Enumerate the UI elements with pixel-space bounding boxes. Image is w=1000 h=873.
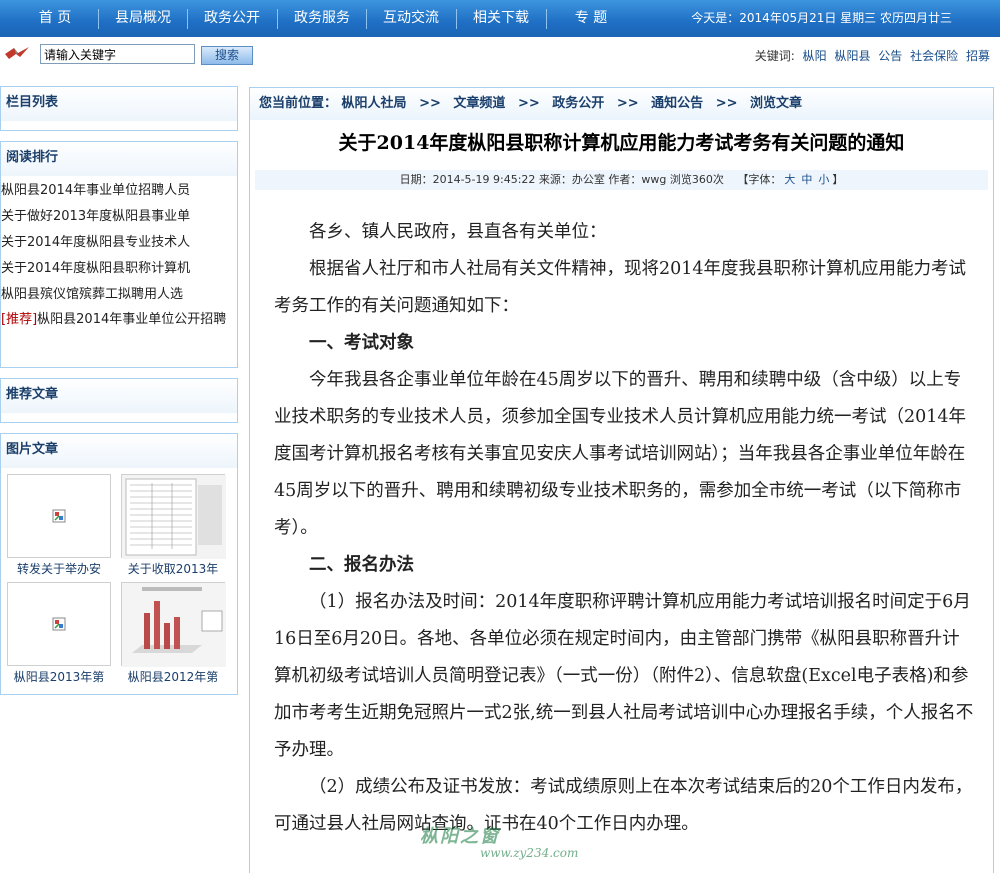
broken-image-icon — [52, 617, 66, 631]
breadcrumb-separator: >> — [517, 96, 540, 111]
site-watermark-url: www.zy234.com — [480, 846, 579, 860]
article-greeting: 各乡、镇人民政府，县直各有关单位： — [309, 222, 607, 242]
rank-item[interactable]: 关于2014年度枞阳县职称计算机 — [1, 256, 237, 282]
breadcrumb-separator: >> — [616, 96, 639, 111]
column-list-title: 栏目列表 — [1, 87, 237, 121]
page: 首 页 县局概况 政务公开 政务服务 互动交流 相关下载 专 题 今天是：201… — [0, 0, 1000, 873]
site-watermark: 枞阳之窗 — [420, 826, 500, 847]
breadcrumb-gov-affairs[interactable]: 政务公开 — [552, 96, 604, 111]
search-input[interactable] — [40, 44, 195, 64]
picture-thumb[interactable] — [121, 582, 226, 667]
reading-rank-box: 阅读排行 枞阳县2014年事业单位招聘人员 关于做好2013年度枞阳县事业单 关… — [0, 141, 238, 368]
article-title: 关于2014年度枞阳县职称计算机应用能力考试考务有关问题的通知 — [338, 132, 905, 154]
recommend-box: 推荐文章 — [0, 378, 238, 423]
keywords-bar: 关键词: 枞阳 枞阳县 公告 社会保险 招募 — [755, 37, 990, 73]
broken-image-icon — [52, 509, 66, 523]
picture-articles-box: 图片文章 转发关于举办安 关于收取2013年 枞阳县2013年第 枞阳县2012… — [0, 433, 238, 695]
bird-logo-icon — [5, 47, 29, 59]
breadcrumb-notices[interactable]: 通知公告 — [651, 96, 703, 111]
document-thumbnail-icon — [122, 475, 226, 559]
article-paragraph: 根据省人社厅和市人社局有关文件精神，现将2014年度我县职称计算机应用能力考试考… — [274, 259, 967, 316]
rank-item[interactable]: 关于做好2013年度枞阳县事业单 — [1, 204, 237, 230]
breadcrumb-separator: >> — [715, 96, 738, 111]
article-paragraph: （1）报名办法及时间：2014年度职称评聘计算机应用能力考试培训报名时间定于6月… — [274, 592, 974, 760]
nav-gov-affairs[interactable]: 政务公开 — [193, 0, 271, 37]
picture-thumb[interactable] — [121, 474, 226, 559]
article-meta-text: 日期：2014-5-19 9:45:22 来源：办公室 作者：wwg 浏览360… — [399, 173, 724, 186]
article-heading: 一、考试对象 — [309, 333, 414, 353]
keyword-link[interactable]: 招募 — [966, 49, 990, 63]
breadcrumb-home[interactable]: 枞阳人社局 — [342, 96, 407, 111]
recommend-title: 推荐文章 — [1, 379, 237, 413]
bar-chart-thumbnail-icon — [122, 583, 226, 667]
keyword-link[interactable]: 枞阳县 — [834, 49, 870, 63]
picture-grid: 转发关于举办安 关于收取2013年 枞阳县2013年第 枞阳县2012年第 — [1, 468, 237, 694]
nav-downloads[interactable]: 相关下载 — [462, 0, 540, 37]
breadcrumb-separator: >> — [419, 96, 441, 111]
font-size-end: 】 — [832, 173, 844, 186]
font-size-small[interactable]: 小 — [818, 173, 829, 186]
breadcrumb-current: 浏览文章 — [750, 96, 803, 111]
reading-rank-title: 阅读排行 — [1, 142, 237, 176]
breadcrumb-channel[interactable]: 文章频道 — [453, 96, 505, 111]
breadcrumb: 您当前位置： 枞阳人社局 >> 文章频道 >> 政务公开 >> 通知公告 >> … — [250, 88, 993, 120]
article-panel: 您当前位置： 枞阳人社局 >> 文章频道 >> 政务公开 >> 通知公告 >> … — [249, 87, 994, 873]
recommend-tag: [推荐] — [1, 312, 38, 327]
picture-caption[interactable]: 枞阳县2013年第 — [4, 668, 114, 685]
rank-item[interactable]: 枞阳县殡仪馆殡葬工拟聘用人选 — [1, 282, 237, 308]
picture-thumb[interactable] — [7, 582, 111, 666]
column-list-box: 栏目列表 — [0, 86, 238, 131]
rank-item[interactable]: 枞阳县2014年事业单位招聘人员 — [1, 178, 237, 204]
article-paragraph: （2）成绩公布及证书发放：考试成绩原则上在本次考试结束后的20个工作日内发布，可… — [274, 777, 973, 834]
article-body: 各乡、镇人民政府，县直各有关单位： 根据省人社厅和市人社局有关文件精神，现将20… — [274, 214, 974, 843]
rank-item[interactable]: 关于2014年度枞阳县专业技术人 — [1, 230, 237, 256]
search-button[interactable]: 搜索 — [201, 46, 253, 65]
article-heading: 二、报名办法 — [309, 555, 414, 575]
rank-item-label: 枞阳县2014年事业单位公开招聘 — [37, 312, 227, 327]
today-date: 今天是：2014年05月21日 星期三 农历四月廿三 — [691, 11, 952, 25]
picture-articles-title: 图片文章 — [1, 434, 237, 468]
keyword-link[interactable]: 枞阳 — [803, 49, 827, 63]
font-size-medium[interactable]: 中 — [801, 173, 812, 186]
nav-gov-services[interactable]: 政务服务 — [283, 0, 361, 37]
top-nav: 首 页 县局概况 政务公开 政务服务 互动交流 相关下载 专 题 今天是：201… — [0, 0, 1000, 37]
article-meta: 日期：2014-5-19 9:45:22 来源：办公室 作者：wwg 浏览360… — [255, 170, 988, 190]
picture-caption[interactable]: 枞阳县2012年第 — [118, 668, 228, 685]
nav-home[interactable]: 首 页 — [16, 0, 94, 37]
keyword-link[interactable]: 社会保险 — [910, 49, 958, 63]
font-size-large[interactable]: 大 — [784, 173, 795, 186]
article-paragraph: 今年我县各企事业单位年龄在45周岁以下的晋升、聘用和续聘中级（含中级）以上专业技… — [274, 370, 967, 538]
keyword-link[interactable]: 公告 — [878, 49, 902, 63]
picture-thumb[interactable] — [7, 474, 111, 558]
font-size-label: 【字体： — [737, 173, 782, 186]
keywords-label: 关键词: — [754, 49, 795, 63]
breadcrumb-label: 您当前位置： — [259, 96, 338, 111]
search-bar: 搜索 关键词: 枞阳 枞阳县 公告 社会保险 招募 — [0, 37, 1000, 73]
nav-topics[interactable]: 专 题 — [552, 0, 630, 37]
reading-rank-list: 枞阳县2014年事业单位招聘人员 关于做好2013年度枞阳县事业单 关于2014… — [1, 176, 237, 332]
nav-interaction[interactable]: 互动交流 — [372, 0, 450, 37]
nav-overview[interactable]: 县局概况 — [104, 0, 182, 37]
picture-caption[interactable]: 转发关于举办安 — [4, 560, 114, 577]
rank-item-recommended[interactable]: [推荐]枞阳县2014年事业单位公开招聘 — [1, 308, 237, 332]
picture-caption[interactable]: 关于收取2013年 — [118, 560, 228, 577]
